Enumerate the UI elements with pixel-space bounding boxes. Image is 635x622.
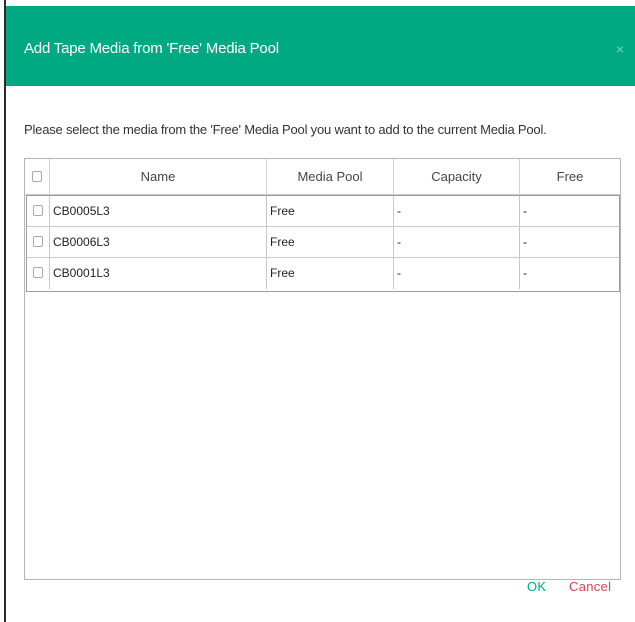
media-table: Name Media Pool Capacity Free CB0005L3 F… [24,158,621,580]
dialog-title: Add Tape Media from 'Free' Media Pool [24,40,279,57]
table-row[interactable]: CB0006L3 Free - - [27,227,619,258]
ok-button[interactable]: OK [527,579,546,594]
instruction-text: Please select the media from the 'Free' … [24,122,547,137]
name-cell: CB0001L3 [50,258,267,289]
add-tape-media-dialog: Add Tape Media from 'Free' Media Pool × … [6,0,635,622]
column-header-free[interactable]: Free [520,159,620,194]
select-all-checkbox[interactable] [32,171,42,182]
column-header-name[interactable]: Name [50,159,267,194]
row-checkbox[interactable] [33,236,43,247]
capacity-cell: - [394,227,520,258]
page: Add Tape Media from 'Free' Media Pool × … [0,0,635,622]
free-cell: - [523,204,527,218]
cancel-button[interactable]: Cancel [569,579,611,594]
column-header-capacity[interactable]: Capacity [394,159,520,194]
select-all-header-cell [25,159,50,194]
media-pool-cell: Free [267,227,394,258]
name-cell: CB0006L3 [50,227,267,258]
row-select-cell [27,227,50,258]
close-icon[interactable]: × [613,42,627,56]
media-pool-cell: Free [267,196,394,227]
table-row[interactable]: CB0001L3 Free - - [27,258,619,289]
capacity-cell: - [394,258,520,289]
table-row[interactable]: CB0005L3 Free - - [27,196,619,227]
row-select-cell [27,258,50,289]
free-cell: - [523,235,527,249]
column-header-media-pool[interactable]: Media Pool [267,159,394,194]
name-cell: CB0005L3 [50,196,267,227]
free-cell: - [523,266,527,280]
media-pool-cell: Free [267,258,394,289]
row-select-cell [27,196,50,227]
row-checkbox[interactable] [33,205,43,216]
table-body: CB0005L3 Free - - CB0006L3 Free - - CB00… [26,195,620,292]
table-header: Name Media Pool Capacity Free [25,159,620,195]
row-checkbox[interactable] [33,267,43,278]
capacity-cell: - [394,196,520,227]
dialog-header: Add Tape Media from 'Free' Media Pool × [6,0,635,86]
